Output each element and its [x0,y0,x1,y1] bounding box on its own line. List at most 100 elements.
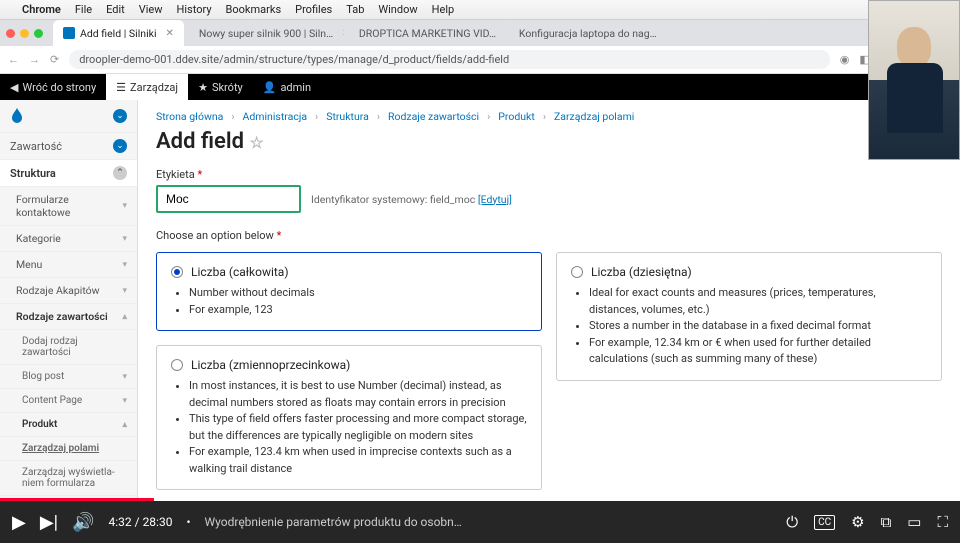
captions-button[interactable]: CC [814,515,835,530]
play-button[interactable]: ▶ [12,512,26,533]
label: Dodaj rodzaj zawartości [22,336,127,358]
chevron-down-icon: ▾ [122,286,127,296]
admin-sidebar: ⌄ Zawartość ⌄ Struktura⌃ Formularze konta… [0,100,138,501]
volume-icon[interactable]: 🔊 [72,512,94,533]
os-menu-edit[interactable]: Edit [106,3,125,16]
browser-tab-2[interactable]: DROPTICA MARKETING VID… ✕ [344,20,504,46]
label: Menu [16,258,42,271]
tab-label: Add field | Silniki [80,27,157,40]
back-label: Wróć do strony [22,81,96,94]
os-menu-profiles[interactable]: Profiles [295,3,332,16]
option-title: Liczba (zmiennoprzecinkowa) [191,358,350,372]
sidebar-blog-post[interactable]: Blog post▾ [0,365,137,389]
sidebar-add-content-type[interactable]: Dodaj rodzaj zawartości [0,330,137,365]
os-menu-tab[interactable]: Tab [346,3,364,16]
tab-label: Konfiguracja laptopa do nag… [519,27,657,40]
video-time: 4:32 / 28:30 [109,515,173,529]
breadcrumb-item[interactable]: Zarządzaj polami [554,110,634,123]
label: Content Page [22,395,82,406]
radio-icon[interactable] [171,266,183,278]
chevron-up-icon: ▴ [122,312,127,322]
autoplay-toggle[interactable]: ⏻ [786,513,798,531]
os-menu-window[interactable]: Window [378,3,417,16]
sidebar-content[interactable]: Zawartość ⌄ [0,133,137,160]
label: Produkt [22,419,57,430]
breadcrumb: Strona główna› Administracja› Struktura›… [156,110,942,123]
user-menu[interactable]: 👤 admin [253,74,321,100]
fullscreen-icon[interactable]: ⛶ [937,513,948,531]
option-integer[interactable]: Liczba (całkowita) Number without decima… [156,252,542,331]
breadcrumb-item[interactable]: Struktura [326,110,369,123]
sidebar-content-page[interactable]: Content Page▾ [0,389,137,413]
sidebar-contact-forms[interactable]: Formularze kontaktowe▾ [0,187,137,226]
settings-icon[interactable]: ⚙ [851,513,864,531]
close-window-icon[interactable] [6,29,15,38]
star-icon[interactable]: ☆ [249,133,263,152]
chevron-down-icon: ⌄ [113,139,127,153]
os-menu-history[interactable]: History [177,3,212,16]
youtube-watermark-icon [908,420,940,444]
label: Zawartość [10,140,62,153]
option-decimal[interactable]: Liczba (dziesiętna) Ideal for exact coun… [556,252,942,381]
main-content: Strona główna› Administracja› Struktura›… [138,100,960,501]
theater-icon[interactable]: ▭ [907,513,921,531]
close-tab-icon[interactable]: ✕ [166,28,174,39]
url-text: droopler-demo-001.ddev.site/admin/struct… [79,53,509,66]
forward-icon[interactable]: → [29,53,40,66]
browser-tab-3[interactable]: Konfiguracja laptopa do nag… ✕ [504,20,664,46]
next-button[interactable]: ▶| [40,512,58,533]
os-menu-bookmarks[interactable]: Bookmarks [226,3,282,16]
browser-tab-1[interactable]: Nowy super silnik 900 | Siln… ✕ [184,20,344,46]
maximize-window-icon[interactable] [34,29,43,38]
browser-url-bar: ← → ⟳ droopler-demo-001.ddev.site/admin/… [0,46,960,74]
choose-option-label: Choose an option below * [156,229,942,242]
reload-icon[interactable]: ⟳ [50,53,59,66]
machine-name: Identyfikator systemowy: field_moc [Edyt… [311,193,512,206]
os-menubar: Chrome File Edit View History Bookmarks … [0,0,960,20]
breadcrumb-item[interactable]: Strona główna [156,110,223,123]
option-desc: For example, 12.34 km or € when used for… [589,335,927,368]
etykieta-input[interactable] [156,185,301,213]
breadcrumb-item[interactable]: Produkt [498,110,535,123]
back-icon[interactable]: ← [8,53,19,66]
video-chapter-title[interactable]: Wyodrębnienie parametrów produktu do oso… [205,515,462,529]
chevron-down-icon: ▾ [122,234,127,244]
os-menu-help[interactable]: Help [432,3,455,16]
shortcuts[interactable]: ★ Skróty [188,74,253,100]
radio-icon[interactable] [171,359,183,371]
drupal-icon [10,108,24,124]
etykieta-label: Etykieta * [156,168,942,181]
breadcrumb-item[interactable]: Rodzaje zawartości [388,110,479,123]
label: Rodzaje zawartości [16,310,108,323]
os-menu-file[interactable]: File [75,3,92,16]
label: Rodzaje Akapitów [16,284,100,297]
sidebar-paragraph-types[interactable]: Rodzaje Akapitów ▾ [0,278,137,304]
option-desc: For example, 123 [189,302,527,319]
edit-machine-name-link[interactable]: [Edytuj] [478,193,512,206]
back-to-site[interactable]: ◀ Wróć do strony [0,74,106,100]
sidebar-manage-form-display[interactable]: Zarządzaj wyświetla-niem formularza [0,461,137,496]
miniplayer-icon[interactable]: ⧉ [881,513,892,531]
ext-icon[interactable]: ◉ [840,53,850,66]
sidebar-structure[interactable]: Struktura⌃ [0,160,137,187]
label: Zarządzaj wyświetla-niem formularza [22,467,127,489]
sidebar-manage-fields[interactable]: Zarządzaj polami [0,437,137,461]
manage-toggle[interactable]: ☰ Zarządzaj [106,74,188,100]
sidebar-brand[interactable]: ⌄ [0,100,137,133]
sidebar-categories[interactable]: Kategorie▾ [0,226,137,252]
window-controls[interactable] [6,29,43,38]
breadcrumb-item[interactable]: Administracja [243,110,308,123]
browser-tab-0[interactable]: Add field | Silniki ✕ [53,20,184,46]
tab-label: Nowy super silnik 900 | Siln… [199,27,333,40]
url-field[interactable]: droopler-demo-001.ddev.site/admin/struct… [69,50,830,69]
label: Struktura [10,167,56,180]
minimize-window-icon[interactable] [20,29,29,38]
label: Zarządzaj polami [22,443,99,454]
os-menu-app[interactable]: Chrome [22,3,61,16]
sidebar-product[interactable]: Produkt▴ [0,413,137,437]
radio-icon[interactable] [571,266,583,278]
sidebar-content-types[interactable]: Rodzaje zawartości ▴ [0,304,137,330]
os-menu-view[interactable]: View [139,3,163,16]
option-float[interactable]: Liczba (zmiennoprzecinkowa) In most inst… [156,345,542,490]
sidebar-menu[interactable]: Menu▾ [0,252,137,278]
